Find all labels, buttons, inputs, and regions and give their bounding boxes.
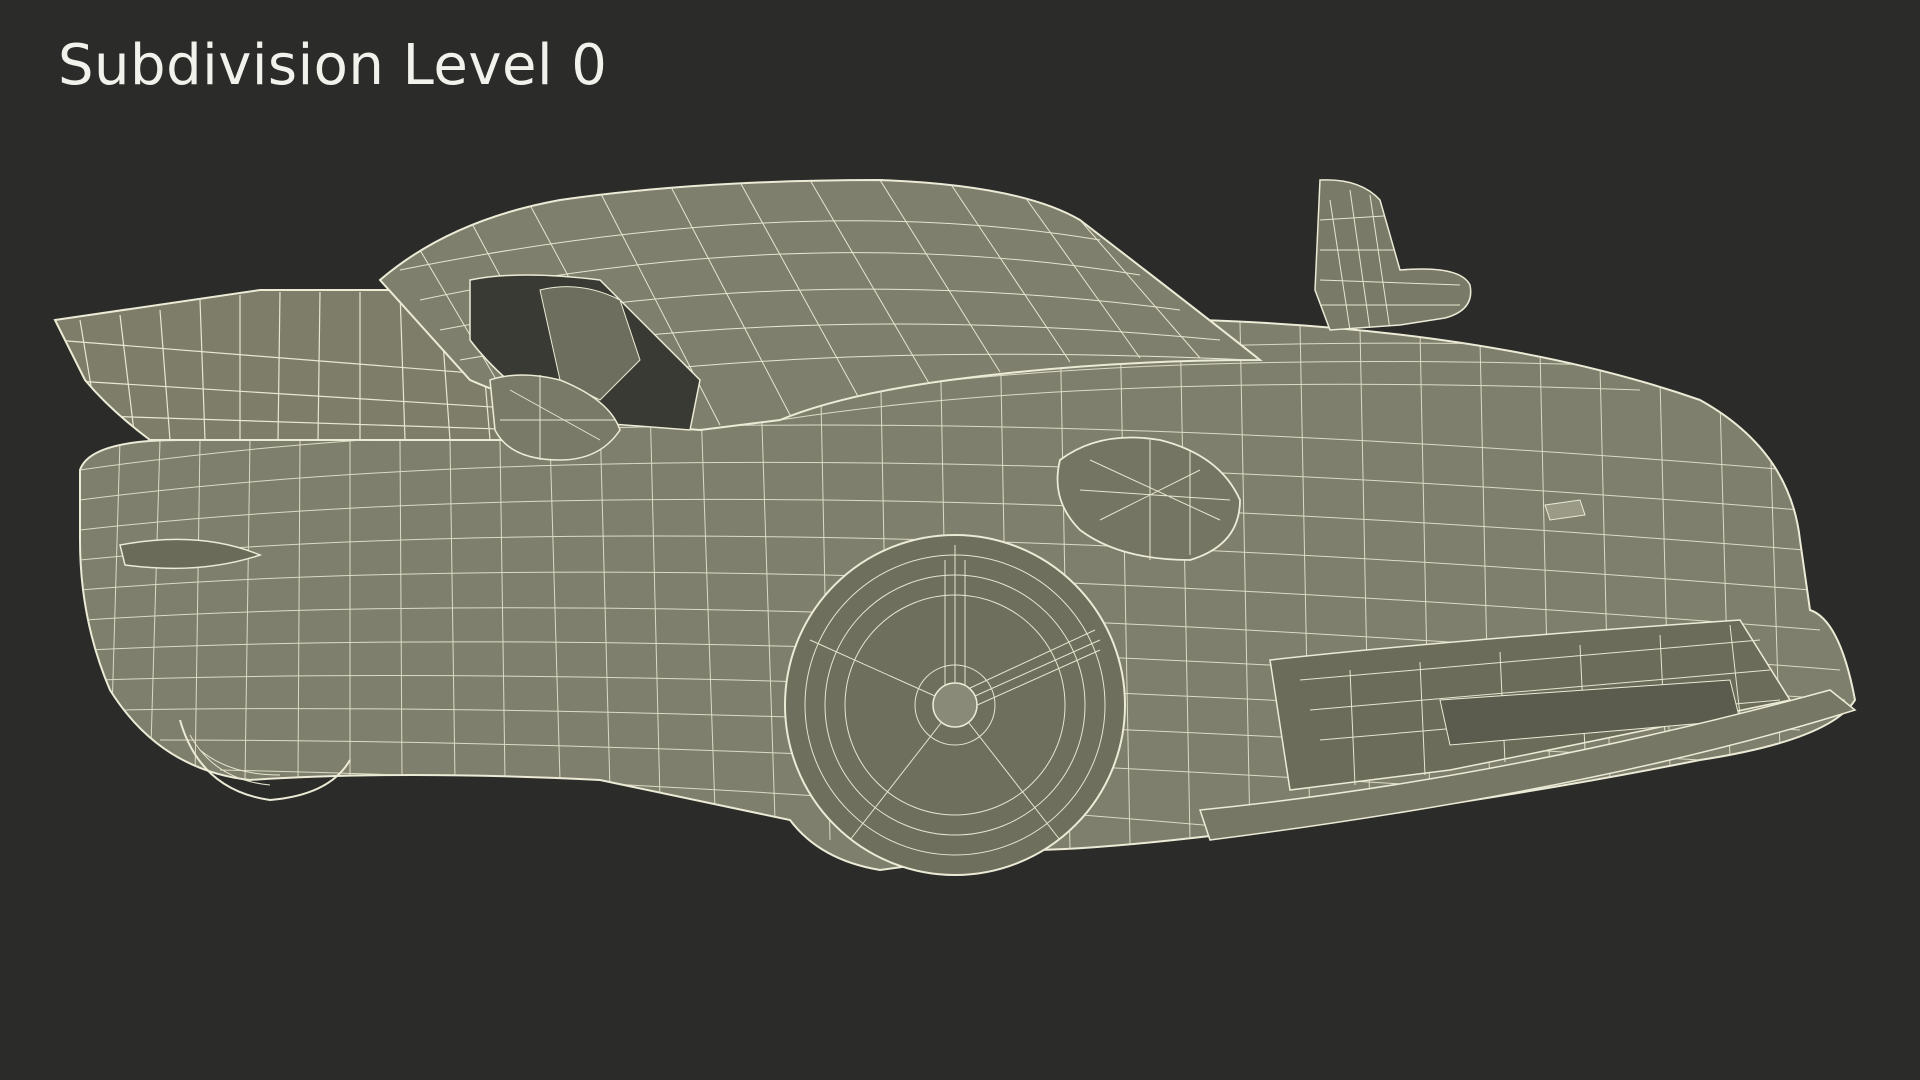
front-wheel [784, 534, 1126, 876]
far-mirror [1314, 179, 1472, 331]
car-wireframe-render [53, 178, 1857, 876]
